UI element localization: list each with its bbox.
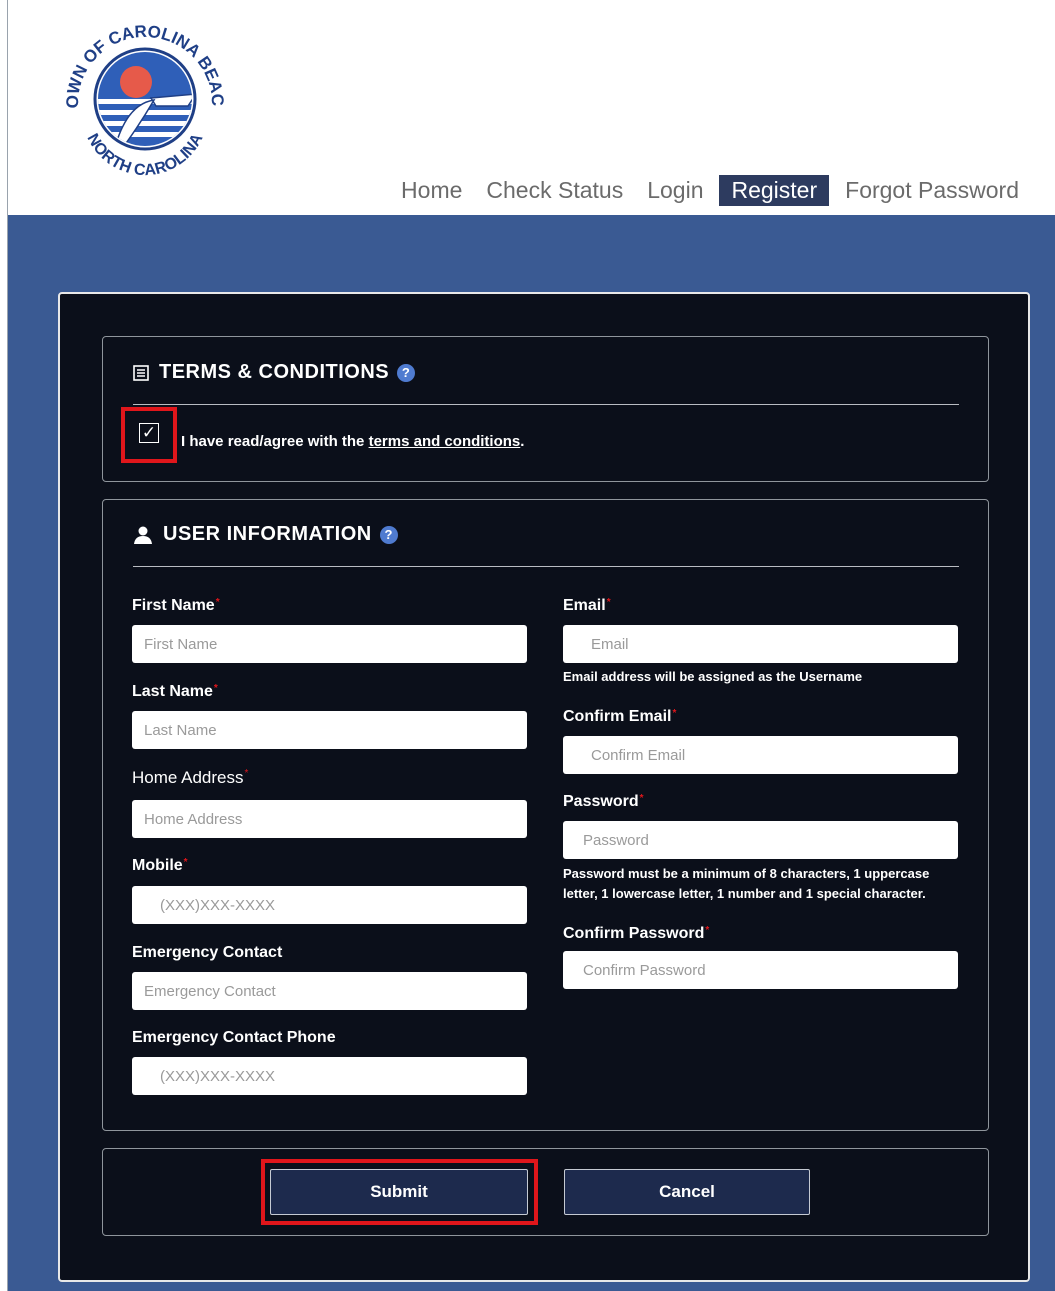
confirm-email-input[interactable] <box>563 736 958 774</box>
terms-panel-title: TERMS & CONDITIONS ? <box>133 361 416 384</box>
user-icon <box>134 526 152 544</box>
email-label: Email* <box>563 597 611 614</box>
window-left-border <box>0 0 8 1291</box>
user-info-panel: USER INFORMATION ? First Name* Last Name… <box>102 499 989 1131</box>
user-info-title-text: USER INFORMATION <box>163 523 372 545</box>
nav-login[interactable]: Login <box>635 175 715 206</box>
password-hint: Password must be a minimum of 8 characte… <box>563 864 929 904</box>
cancel-button[interactable]: Cancel <box>564 1169 810 1215</box>
emergency-contact-phone-input[interactable] <box>132 1057 527 1095</box>
email-hint: Email address will be assigned as the Us… <box>563 669 863 684</box>
checkbox-highlight <box>121 407 177 463</box>
last-name-input[interactable] <box>132 711 527 749</box>
terms-agree-text: I have read/agree with the terms and con… <box>181 433 524 450</box>
password-hint-line-1: Password must be a minimum of 8 characte… <box>563 866 930 881</box>
terms-link[interactable]: terms and conditions <box>369 433 521 450</box>
list-icon <box>133 364 149 381</box>
last-name-label: Last Name* <box>132 683 218 700</box>
user-info-panel-title: USER INFORMATION ? <box>133 523 398 546</box>
home-address-input[interactable] <box>132 800 527 838</box>
agree-prefix: I have read/agree with the <box>181 433 365 450</box>
actions-panel: Submit Cancel <box>102 1148 989 1236</box>
emergency-contact-phone-label: Emergency Contact Phone <box>132 1029 336 1046</box>
first-name-label: First Name* <box>132 597 220 614</box>
emergency-contact-label: Emergency Contact <box>132 944 283 961</box>
confirm-email-label: Confirm Email* <box>563 708 677 725</box>
password-input[interactable] <box>563 821 958 859</box>
emergency-contact-input[interactable] <box>132 972 527 1010</box>
first-name-input[interactable] <box>132 625 527 663</box>
help-icon[interactable]: ? <box>379 525 398 544</box>
password-hint-line-2: letter, 1 lowercase letter, 1 number and… <box>563 886 926 901</box>
terms-title-text: TERMS & CONDITIONS <box>159 361 390 383</box>
divider <box>133 566 959 567</box>
town-logo: TOWN OF CAROLINA BEACH NORTH CAROLINA <box>56 4 227 179</box>
confirm-password-label: Confirm Password* <box>563 925 710 942</box>
mobile-label: Mobile* <box>132 857 188 874</box>
main-nav: Home Check Status Login Register Forgot … <box>389 175 1031 206</box>
nav-home[interactable]: Home <box>389 175 474 206</box>
agree-suffix: . <box>520 433 525 450</box>
nav-forgot-password[interactable]: Forgot Password <box>833 175 1031 206</box>
mobile-input[interactable] <box>132 886 527 924</box>
terms-panel: TERMS & CONDITIONS ? ✓ I have read/agree… <box>102 336 989 482</box>
site-header: TOWN OF CAROLINA BEACH NORTH CAROLINA Ho… <box>8 0 1055 215</box>
registration-card: TERMS & CONDITIONS ? ✓ I have read/agree… <box>58 292 1030 1282</box>
nav-check-status[interactable]: Check Status <box>474 175 635 206</box>
password-label: Password* <box>563 793 644 810</box>
home-address-label: Home Address* <box>132 768 249 787</box>
nav-register[interactable]: Register <box>719 175 830 206</box>
divider <box>133 404 959 405</box>
submit-highlight <box>261 1159 538 1225</box>
confirm-password-input[interactable] <box>563 951 958 989</box>
help-icon[interactable]: ? <box>397 363 416 382</box>
email-input[interactable] <box>563 625 958 663</box>
